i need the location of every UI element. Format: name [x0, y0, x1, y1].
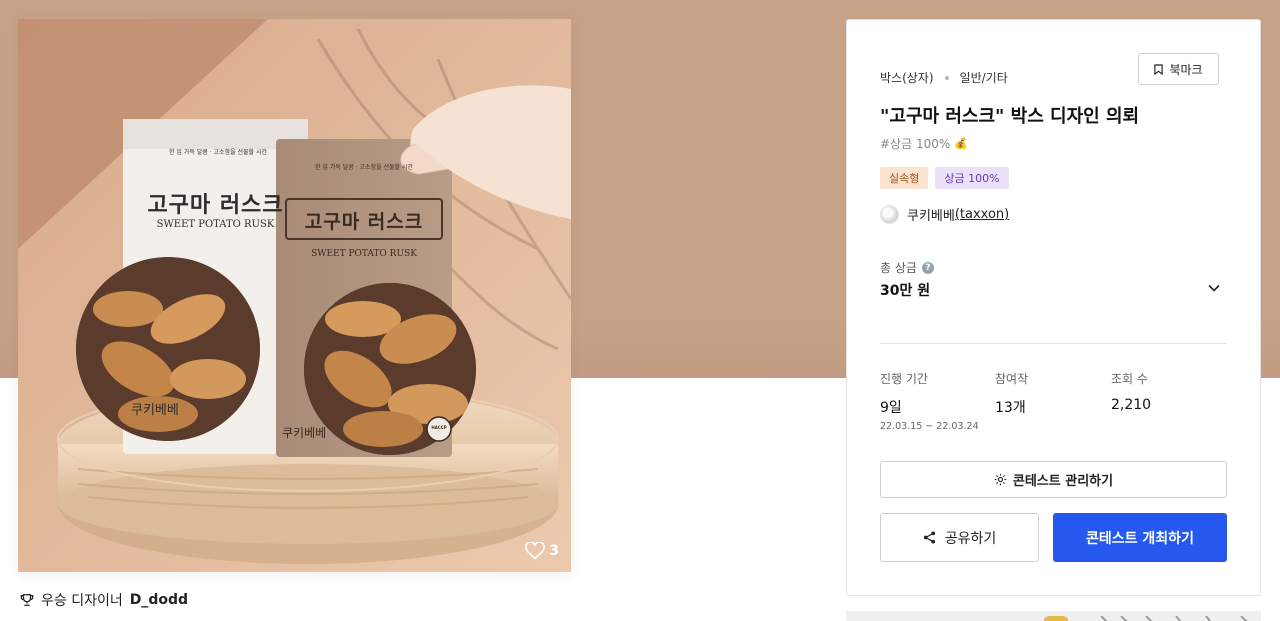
stat-entries: 참여작 13개: [995, 370, 1028, 417]
host-avatar: [880, 205, 899, 224]
share-icon: [923, 531, 935, 544]
stat-duration-value: 9일: [880, 400, 902, 416]
subcategory-label[interactable]: 일반/기타: [960, 69, 1008, 86]
breadcrumb-separator: [944, 75, 949, 80]
thumbnail-strip: [846, 615, 1261, 621]
winner-label: 우승 디자이너: [41, 593, 123, 609]
host-name: 쿠키베베: [907, 209, 955, 224]
badge-prize: 상금 100%: [935, 167, 1009, 189]
winner-name[interactable]: D_dodd: [130, 592, 188, 608]
box-right-tagline: 한 입 가득 달콤 · 고소함을 선물할 시간: [314, 164, 414, 171]
box-right-title: 고구마 러스크: [304, 211, 424, 233]
divider: [880, 343, 1227, 344]
bookmark-button[interactable]: 북마크: [1138, 53, 1219, 85]
stat-duration: 진행 기간 9일 22.03.15 ~ 22.03.24: [880, 370, 979, 432]
box-left-brand: 쿠키베베: [131, 403, 179, 418]
prize-label: 총 상금 ?: [880, 259, 934, 276]
prize-label-text: 총 상금: [880, 261, 917, 275]
stat-entries-value: 13개: [995, 400, 1026, 416]
heart-icon: [525, 542, 546, 560]
trophy-icon: [20, 594, 34, 606]
manage-contest-button[interactable]: 콘테스트 관리하기: [880, 461, 1227, 498]
bookmark-icon: [1154, 63, 1164, 75]
chevron-down-icon[interactable]: [1207, 281, 1221, 295]
manage-contest-label: 콘테스트 관리하기: [1012, 474, 1114, 489]
stat-duration-dates: 22.03.15 ~ 22.03.24: [880, 421, 979, 432]
share-label: 공유하기: [944, 530, 997, 547]
haccp-seal: HACCP: [431, 425, 447, 430]
stat-duration-label: 진행 기간: [880, 372, 928, 386]
breadcrumb: 박스(상자) 일반/기타: [880, 69, 1008, 86]
share-button[interactable]: 공유하기: [880, 513, 1039, 562]
host-id-link[interactable]: (taxxon): [955, 207, 1009, 222]
category-label[interactable]: 박스(상자): [880, 69, 934, 86]
box-right-subtitle: SWEET POTATO RUSK: [311, 249, 417, 259]
host-contest-button[interactable]: 콘테스트 개최하기: [1053, 513, 1227, 562]
contest-title: "고구마 러스크" 박스 디자인 의뢰: [880, 106, 1140, 127]
box-left-tagline: 한 입 가득 달콤 · 고소함을 선물할 시간: [168, 149, 268, 156]
contest-tagline: #상금 100% 💰: [880, 135, 968, 152]
bookmark-label: 북마크: [1169, 62, 1203, 77]
gear-icon: [994, 473, 1007, 486]
badge-type: 실속형: [880, 167, 929, 189]
stat-views-value: 2,210: [1111, 397, 1152, 413]
stat-entries-label: 참여작: [995, 372, 1029, 386]
stat-views-label: 조회 수: [1111, 372, 1148, 386]
product-photo: [18, 19, 571, 572]
help-icon[interactable]: ?: [921, 261, 934, 274]
prize-value: 30만 원: [880, 283, 931, 299]
host-info: 쿠키베베 (taxxon): [880, 205, 1009, 224]
box-right-brand: 쿠키베베: [282, 426, 327, 440]
product-image[interactable]: 한 입 가득 달콤 · 고소함을 선물할 시간 고구마 러스크 SWEET PO…: [18, 19, 571, 572]
contest-info-panel: 박스(상자) 일반/기타 북마크 "고구마 러스크" 박스 디자인 의뢰 #상금…: [846, 19, 1261, 596]
winner-info: 우승 디자이너 D_dodd: [20, 590, 188, 610]
tagline-text: #상금 100%: [880, 137, 951, 151]
money-bag-icon: 💰: [954, 137, 968, 150]
like-count: 3: [549, 543, 559, 559]
stat-views: 조회 수 2,210: [1111, 370, 1151, 413]
badge-list: 실속형 상금 100%: [880, 167, 1009, 189]
like-button[interactable]: 3: [525, 542, 559, 560]
next-section-thumbnail: [846, 611, 1261, 621]
